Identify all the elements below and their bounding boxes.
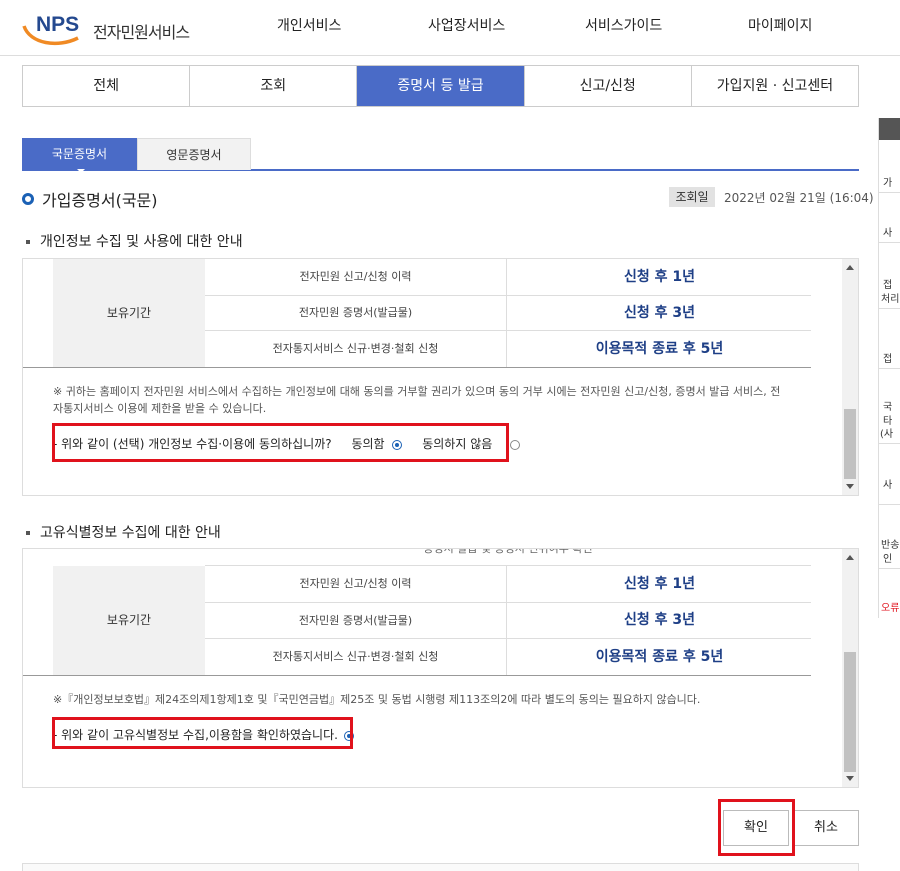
table-bottom-divider (23, 675, 811, 676)
language-subtabs: 국문증명서 영문증명서 (22, 138, 859, 173)
retention-item-period: 신청 후 3년 (623, 305, 695, 321)
category-tabs: 전체 조회 증명서 등 발급 신고/신청 가입지원 · 신고센터 (22, 65, 859, 107)
date-label-badge: 조회일 (669, 187, 715, 207)
side-item[interactable]: 인 (883, 550, 900, 565)
nps-logo-icon: NPS (22, 13, 79, 46)
side-item[interactable]: 사 (883, 476, 900, 491)
side-divider (879, 443, 900, 444)
logo-text: 전자민원서비스 (93, 23, 190, 42)
side-item[interactable]: 처리 (881, 290, 899, 305)
consent-refusal-note: ※ 귀하는 홈페이지 전자민원 서비스에서 수집하는 개인정보에 대해 동의를 … (53, 383, 818, 417)
side-item[interactable]: 국 (883, 398, 900, 413)
section-unique-id-title: 고유식별정보 수집에 대한 안내 (26, 522, 221, 542)
disagree-radio[interactable] (510, 439, 521, 450)
tab-support-center[interactable]: 가입지원 · 신고센터 (691, 66, 859, 106)
scroll-up-icon[interactable] (846, 555, 854, 560)
table-row: 전자민원 증명서(발급물) 신청 후 3년 (205, 296, 811, 331)
scroll-down-icon[interactable] (846, 776, 854, 781)
cancel-button[interactable]: 취소 (793, 810, 859, 846)
side-item[interactable]: 반송 (881, 536, 899, 551)
subtab-english-certificate[interactable]: 영문증명서 (137, 138, 251, 170)
side-item[interactable]: (사 (880, 425, 898, 440)
retention-item-name: 전자민원 증명서(발급물) (205, 603, 507, 638)
table-row: 전자통지서비스 신규·변경·철회 신청 이용목적 종료 후 5년 (205, 639, 811, 676)
side-divider (879, 568, 900, 569)
site-header: NPS 전자민원서비스 개인서비스 사업장서비스 서비스가이드 마이페이지 (0, 0, 900, 56)
retention-item-period: 이용목적 종료 후 5년 (595, 649, 724, 665)
inquiry-date: 2022년 02월 21일 (16:04) (724, 191, 874, 205)
unique-id-scrollbox[interactable]: 증명서 발급 및 증명서 진위여부 확인 보유기간 전자민원 신고/신청 이력 … (22, 548, 859, 788)
side-item[interactable]: 사 (883, 224, 900, 239)
retention-item-period: 신청 후 3년 (623, 612, 695, 628)
retention-item-name: 전자통지서비스 신규·변경·철회 신청 (205, 639, 507, 675)
side-divider (879, 368, 900, 369)
retention-item-name: 전자민원 증명서(발급물) (205, 296, 507, 330)
scrollbar[interactable] (842, 549, 858, 787)
tab-all[interactable]: 전체 (23, 66, 191, 106)
gnb-guide[interactable]: 서비스가이드 (585, 0, 662, 52)
ok-highlight-box (718, 799, 795, 856)
table-bottom-divider (23, 367, 811, 368)
footer-edge (22, 863, 859, 871)
retention-item-period: 이용목적 종료 후 5년 (595, 341, 724, 357)
section-personal-info-title: 개인정보 수집 및 사용에 대한 안내 (26, 231, 243, 251)
side-item[interactable]: 오류 (881, 599, 899, 614)
table-row: 전자민원 신고/신청 이력 신청 후 1년 (205, 259, 811, 296)
retention-item-period: 신청 후 1년 (623, 576, 695, 592)
consent-highlight-box (52, 423, 509, 462)
retention-item-period: 신청 후 1년 (623, 269, 695, 285)
tab-report-apply[interactable]: 신고/신청 (524, 66, 692, 106)
scroll-thumb[interactable] (844, 409, 856, 479)
scroll-up-icon[interactable] (846, 265, 854, 270)
bullet-icon (26, 531, 30, 535)
retention-item-name: 전자통지서비스 신규·변경·철회 신청 (205, 331, 507, 367)
section-title-text: 고유식별정보 수집에 대한 안내 (40, 525, 221, 541)
clipped-purpose-text: 증명서 발급 및 증명서 진위여부 확인 (423, 548, 593, 555)
scroll-thumb[interactable] (844, 652, 856, 772)
confirm-highlight-box (52, 717, 353, 749)
bullet-icon (26, 240, 30, 244)
tab-inquiry[interactable]: 조회 (190, 66, 358, 106)
side-divider (879, 504, 900, 505)
section-title-text: 개인정보 수집 및 사용에 대한 안내 (40, 234, 243, 250)
nps-logo[interactable]: NPS 전자민원서비스 (22, 10, 197, 46)
retention-item-name: 전자민원 신고/신청 이력 (205, 566, 507, 602)
gnb-business[interactable]: 사업장서비스 (428, 0, 505, 52)
retention-label: 보유기간 (53, 566, 205, 675)
side-item[interactable]: 접 (883, 350, 900, 365)
table-row: 전자통지서비스 신규·변경·철회 신청 이용목적 종료 후 5년 (205, 331, 811, 368)
scroll-down-icon[interactable] (846, 484, 854, 489)
title-bullet-icon (22, 193, 34, 205)
table-row: 전자민원 증명서(발급물) 신청 후 3년 (205, 603, 811, 639)
subtab-korean-certificate[interactable]: 국문증명서 (22, 138, 137, 173)
svg-text:NPS: NPS (36, 13, 79, 36)
tab-certificate-issue[interactable]: 증명서 등 발급 (357, 66, 525, 106)
side-divider (879, 308, 900, 309)
note-line: 자통지서비스 이용에 제한을 받을 수 있습니다. (53, 402, 267, 415)
side-item[interactable]: 접 (883, 276, 900, 291)
gnb-mypage[interactable]: 마이페이지 (748, 0, 812, 52)
scrollbar[interactable] (842, 259, 858, 495)
gnb-personal[interactable]: 개인서비스 (277, 0, 341, 52)
side-divider (879, 242, 900, 243)
legal-basis-note: ※『개인정보보호법』제24조의제1항제1호 및『국민연금법』제25조 및 동법 … (53, 693, 701, 706)
quick-side-panel: 가 사 접 처리 접 국 타 (사 사 반송 인 오류 (878, 118, 900, 618)
page-title: 가입증명서(국문) (42, 191, 158, 210)
side-divider (879, 192, 900, 193)
side-item[interactable]: 가 (883, 174, 900, 189)
side-panel-header (879, 118, 900, 140)
table-row: 전자민원 신고/신청 이력 신청 후 1년 (205, 566, 811, 603)
retention-item-name: 전자민원 신고/신청 이력 (205, 259, 507, 295)
retention-label: 보유기간 (53, 259, 205, 367)
note-line: ※ 귀하는 홈페이지 전자민원 서비스에서 수집하는 개인정보에 대해 동의를 … (53, 385, 781, 398)
